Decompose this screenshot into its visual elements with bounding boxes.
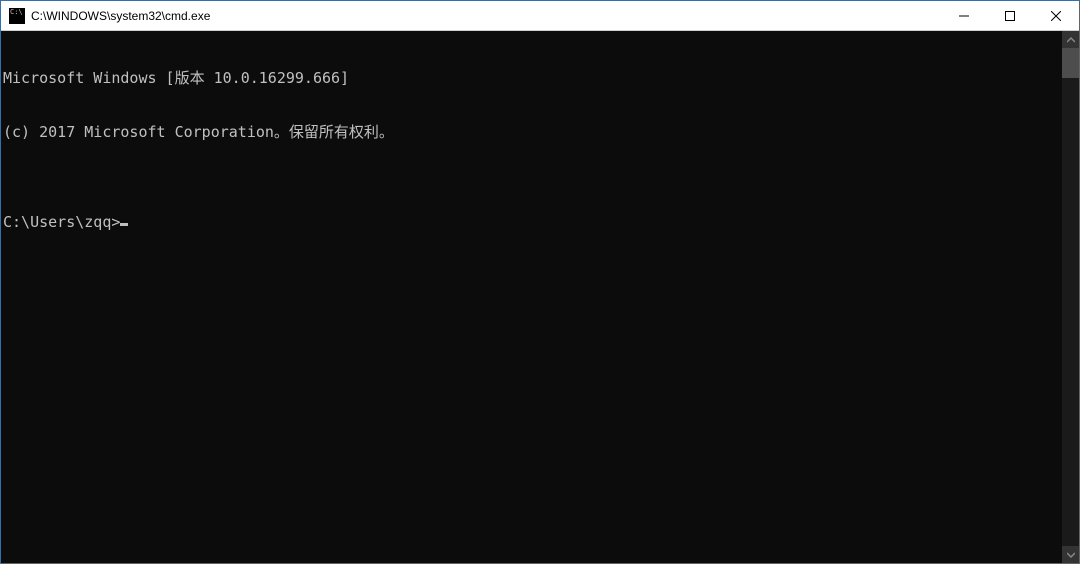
window-title: C:\WINDOWS\system32\cmd.exe [31, 9, 941, 23]
maximize-icon [1005, 11, 1015, 21]
console-output-line: (c) 2017 Microsoft Corporation。保留所有权利。 [3, 123, 1062, 141]
minimize-icon [959, 11, 969, 21]
console-area: Microsoft Windows [版本 10.0.16299.666] (c… [1, 31, 1079, 563]
scrollbar-up-button[interactable] [1062, 31, 1079, 48]
console-cursor [120, 223, 128, 226]
chevron-up-icon [1067, 36, 1075, 44]
maximize-button[interactable] [987, 1, 1033, 30]
titlebar[interactable]: C:\WINDOWS\system32\cmd.exe [1, 1, 1079, 31]
scrollbar-down-button[interactable] [1062, 546, 1079, 563]
scrollbar-track[interactable] [1062, 48, 1079, 546]
console-content[interactable]: Microsoft Windows [版本 10.0.16299.666] (c… [1, 31, 1062, 563]
console-output-line: Microsoft Windows [版本 10.0.16299.666] [3, 69, 1062, 87]
cmd-icon [9, 8, 25, 24]
minimize-button[interactable] [941, 1, 987, 30]
vertical-scrollbar[interactable] [1062, 31, 1079, 563]
close-button[interactable] [1033, 1, 1079, 30]
cmd-window: C:\WINDOWS\system32\cmd.exe Micro [0, 0, 1080, 564]
chevron-down-icon [1067, 551, 1075, 559]
console-prompt-line: C:\Users\zqq> [3, 213, 1062, 231]
close-icon [1051, 11, 1061, 21]
scrollbar-thumb[interactable] [1062, 48, 1079, 78]
console-prompt: C:\Users\zqq> [3, 213, 120, 231]
window-controls [941, 1, 1079, 30]
